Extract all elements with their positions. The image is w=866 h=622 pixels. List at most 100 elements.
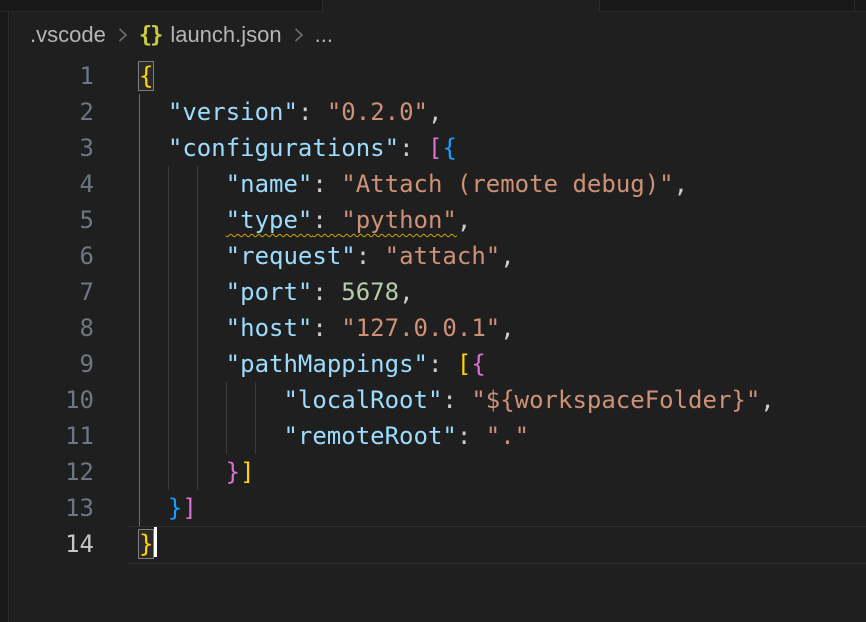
code-text: "type": "python", bbox=[139, 202, 471, 238]
code-area[interactable]: 1{2"version": "0.2.0",3"configurations":… bbox=[10, 58, 866, 562]
code-text: "port": 5678, bbox=[139, 274, 414, 310]
code-text: }] bbox=[139, 490, 197, 526]
line-number[interactable]: 2 bbox=[10, 94, 94, 130]
breadcrumb-file[interactable]: launch.json bbox=[170, 22, 281, 48]
token: , bbox=[399, 278, 413, 306]
token: "attach" bbox=[385, 242, 501, 270]
code-line[interactable]: 13}] bbox=[10, 490, 866, 526]
code-line[interactable]: 7 "port": 5678, bbox=[10, 274, 866, 310]
indent-guide bbox=[139, 310, 168, 346]
code-line[interactable]: 5 "type": "python", bbox=[10, 202, 866, 238]
line-number[interactable]: 6 bbox=[10, 238, 94, 274]
token: { bbox=[471, 350, 485, 378]
token: "0.2.0" bbox=[327, 98, 428, 126]
token: "localRoot" bbox=[283, 386, 442, 414]
indent-guide bbox=[197, 346, 226, 382]
token: : bbox=[312, 206, 341, 234]
token: "python" bbox=[341, 206, 457, 234]
breadcrumb-folder[interactable]: .vscode bbox=[30, 22, 106, 48]
code-text: "remoteRoot": "." bbox=[139, 418, 529, 454]
indent-guide bbox=[168, 238, 197, 274]
line-number[interactable]: 4 bbox=[10, 166, 94, 202]
token: : bbox=[457, 422, 486, 450]
line-number[interactable]: 1 bbox=[10, 58, 94, 94]
breadcrumb-symbol-ellipsis[interactable]: ... bbox=[315, 22, 333, 48]
code-text: "localRoot": "${workspaceFolder}", bbox=[139, 382, 775, 418]
code-text: } bbox=[139, 526, 157, 562]
code-line[interactable]: 3 "configurations": [{ bbox=[10, 130, 866, 166]
token: "remoteRoot" bbox=[283, 422, 456, 450]
indent-guide bbox=[139, 130, 168, 166]
chevron-right-icon bbox=[115, 26, 130, 44]
indent-guide bbox=[197, 454, 226, 490]
token: "port" bbox=[226, 278, 313, 306]
code-line[interactable]: 4"name": "Attach (remote debug)", bbox=[10, 166, 866, 202]
code-text: "host": "127.0.0.1", bbox=[139, 310, 515, 346]
editor[interactable]: .vscode {} launch.json ... 1{2"version":… bbox=[10, 12, 866, 622]
indent-guide bbox=[139, 418, 168, 454]
line-number[interactable]: 10 bbox=[10, 382, 94, 418]
indent-guide bbox=[197, 166, 226, 202]
line-number[interactable]: 5 bbox=[10, 202, 94, 238]
line-number[interactable]: 7 bbox=[10, 274, 94, 310]
line-number[interactable]: 8 bbox=[10, 310, 94, 346]
token: , bbox=[428, 98, 442, 126]
code-line[interactable]: 14} bbox=[10, 526, 866, 562]
tab-separator bbox=[854, 0, 855, 12]
code-line[interactable]: 12}] bbox=[10, 454, 866, 490]
line-number[interactable]: 11 bbox=[10, 418, 94, 454]
indent-guide bbox=[168, 418, 197, 454]
token: 5678 bbox=[341, 278, 399, 306]
token: : bbox=[312, 170, 341, 198]
token: } bbox=[168, 494, 182, 522]
token: "configurations" bbox=[168, 134, 399, 162]
indent-guide bbox=[139, 490, 168, 526]
code-text: "configurations": [{ bbox=[139, 130, 457, 166]
indent-guide bbox=[197, 202, 226, 238]
indent-guide bbox=[168, 346, 197, 382]
indent-guide bbox=[255, 418, 284, 454]
code-line[interactable]: 9"pathMappings": [{ bbox=[10, 346, 866, 382]
indent-guide bbox=[197, 418, 226, 454]
line-number[interactable]: 3 bbox=[10, 130, 94, 166]
token: : bbox=[399, 134, 428, 162]
line-number[interactable]: 13 bbox=[10, 490, 94, 526]
token: : bbox=[298, 98, 327, 126]
indent-guide bbox=[139, 382, 168, 418]
token: } bbox=[226, 458, 240, 486]
active-tab-bottom-edge[interactable] bbox=[322, 0, 600, 12]
line-number[interactable]: 14 bbox=[10, 526, 94, 562]
code-line[interactable]: 11 "remoteRoot": "." bbox=[10, 418, 866, 454]
matched-bracket: { bbox=[139, 62, 153, 90]
token: : bbox=[312, 314, 341, 342]
tab-bar bbox=[0, 0, 866, 12]
token: "name" bbox=[226, 170, 313, 198]
token: , bbox=[457, 206, 471, 234]
line-number[interactable]: 9 bbox=[10, 346, 94, 382]
code-line[interactable]: 8 "host": "127.0.0.1", bbox=[10, 310, 866, 346]
indent-guide bbox=[226, 382, 255, 418]
code-line[interactable]: 1{ bbox=[10, 58, 866, 94]
token: , bbox=[674, 170, 688, 198]
sidebar-sash[interactable] bbox=[0, 12, 9, 622]
code-text: "request": "attach", bbox=[139, 238, 515, 274]
token: : bbox=[312, 278, 341, 306]
indent-guide bbox=[139, 274, 168, 310]
code-line[interactable]: 2"version": "0.2.0", bbox=[10, 94, 866, 130]
token: "request" bbox=[226, 242, 356, 270]
indent-guide bbox=[139, 454, 168, 490]
code-line[interactable]: 10 "localRoot": "${workspaceFolder}", bbox=[10, 382, 866, 418]
token: [ bbox=[457, 350, 471, 378]
line-number[interactable]: 12 bbox=[10, 454, 94, 490]
indent-guide bbox=[168, 310, 197, 346]
indent-guide bbox=[168, 274, 197, 310]
warning-squiggle: "type": "python" bbox=[226, 206, 457, 234]
token: "127.0.0.1" bbox=[341, 314, 500, 342]
matched-bracket: } bbox=[139, 530, 153, 558]
indent-guide bbox=[139, 94, 168, 130]
code-line[interactable]: 6 "request": "attach", bbox=[10, 238, 866, 274]
token: "${workspaceFolder}" bbox=[471, 386, 760, 414]
token: : bbox=[442, 386, 471, 414]
indent-guide bbox=[197, 238, 226, 274]
token: , bbox=[760, 386, 774, 414]
